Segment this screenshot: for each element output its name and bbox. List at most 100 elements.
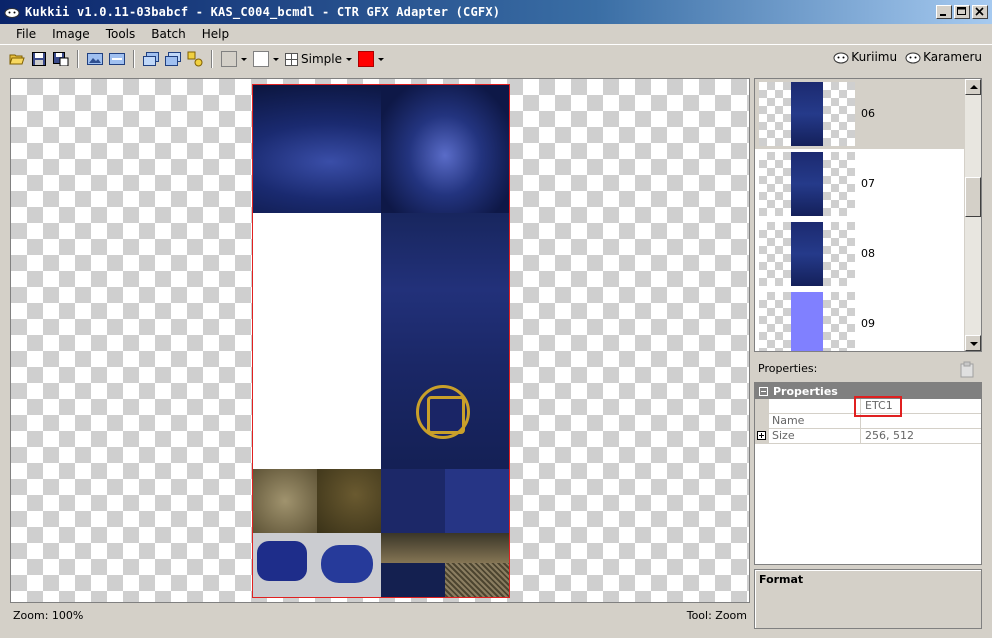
minimize-button[interactable] [936, 5, 952, 19]
menu-tools[interactable]: Tools [98, 25, 144, 43]
folder-open-icon [9, 54, 25, 65]
menu-bar: File Image Tools Batch Help [0, 24, 992, 45]
close-icon [975, 7, 984, 16]
thumbnail-scrollbar[interactable] [964, 79, 981, 351]
cat-face-icon [905, 52, 921, 63]
texture-image [252, 84, 510, 598]
properties-button[interactable] [184, 48, 206, 70]
chevron-down-icon [241, 57, 247, 61]
texture-region [381, 563, 445, 597]
kuriimu-link[interactable]: Kuriimu [833, 50, 897, 64]
thumbnail-label: 09 [861, 317, 875, 330]
property-row-size[interactable]: Size 256, 512 [755, 429, 981, 444]
texture-region [445, 563, 509, 597]
save-button[interactable] [28, 48, 50, 70]
save-icon [32, 52, 46, 66]
thumbnail-image [759, 152, 855, 216]
properties-label: Properties: [758, 362, 818, 375]
maximize-button[interactable] [954, 5, 970, 19]
toolbar-separator [211, 50, 213, 68]
batch-export-button[interactable] [140, 48, 162, 70]
image-canvas[interactable] [10, 78, 750, 603]
property-value[interactable]: 256, 512 [861, 429, 981, 443]
batch-import-button[interactable] [162, 48, 184, 70]
toolbar: Simple Kuriimu Karameru [0, 46, 992, 72]
scroll-up-button[interactable] [965, 79, 981, 95]
texture-region [317, 469, 381, 533]
batch-import-icon [165, 52, 181, 66]
scrollbar-thumb[interactable] [965, 177, 981, 217]
background-color-swatch [221, 51, 237, 67]
tool-status: Tool: Zoom [686, 608, 747, 622]
secondary-color-swatch [253, 51, 269, 67]
scroll-down-button[interactable] [965, 335, 981, 351]
format-panel: Format [754, 569, 982, 629]
property-name [769, 399, 861, 413]
format-title: Format [759, 573, 804, 586]
import-image-icon [109, 53, 125, 65]
toolbar-separator [133, 50, 135, 68]
minimize-icon [940, 14, 946, 16]
app-icon [4, 8, 20, 18]
kuriimu-label: Kuriimu [851, 50, 898, 64]
import-image-button[interactable] [106, 48, 128, 70]
thumbnail-label: 07 [861, 177, 875, 190]
thumbnail-item[interactable]: 08 [755, 219, 965, 289]
chevron-down-icon [377, 57, 384, 61]
emblem-image [416, 385, 470, 439]
thumbnail-image [759, 82, 855, 146]
thumbnail-image [759, 222, 855, 286]
chevron-down-icon [273, 57, 279, 61]
format-value[interactable]: ETC1 [861, 399, 981, 413]
thumbnail-item[interactable]: 06 [755, 79, 965, 149]
texture-region [445, 469, 509, 533]
title-bar: Kukkii v1.0.11-03babcf - KAS_C004_bcmdl … [0, 0, 992, 24]
save-as-icon [53, 52, 69, 66]
texture-region [253, 533, 381, 597]
grid-mode-dropdown[interactable]: Simple [282, 48, 355, 70]
background-color-dropdown[interactable] [218, 48, 250, 70]
window-title: Kukkii v1.0.11-03babcf - KAS_C004_bcmdl … [25, 5, 501, 19]
expand-icon[interactable] [757, 431, 766, 440]
menu-help[interactable]: Help [194, 25, 237, 43]
property-row-name[interactable]: Name [755, 414, 981, 429]
save-as-button[interactable] [50, 48, 72, 70]
thumbnail-item[interactable]: 07 [755, 149, 965, 219]
grid-mode-label: Simple [301, 52, 342, 66]
thumbnail-list[interactable]: 06 07 08 09 [754, 78, 982, 352]
karameru-label: Karameru [923, 50, 982, 64]
texture-region [253, 213, 381, 469]
texture-region [381, 469, 445, 533]
thumbnail-label: 06 [861, 107, 875, 120]
thumbnail-image [759, 292, 855, 351]
clipboard-icon[interactable] [958, 360, 976, 378]
property-category[interactable]: Properties [755, 383, 981, 399]
texture-region [381, 533, 509, 563]
collapse-icon[interactable] [759, 386, 768, 396]
property-value[interactable] [861, 414, 981, 428]
open-button[interactable] [6, 48, 28, 70]
close-button[interactable] [972, 5, 988, 19]
export-image-icon [87, 53, 103, 65]
zoom-status: Zoom: 100% [13, 608, 84, 622]
texture-region [253, 469, 317, 533]
property-name: Size [769, 429, 861, 443]
menu-file[interactable]: File [8, 25, 44, 43]
toolbar-separator [77, 50, 79, 68]
batch-export-icon [143, 52, 159, 66]
secondary-color-dropdown[interactable] [250, 48, 282, 70]
export-image-button[interactable] [84, 48, 106, 70]
karameru-link[interactable]: Karameru [905, 50, 982, 64]
property-grid[interactable]: Properties ETC1 Name Size 256, 512 [754, 382, 982, 565]
status-bar: Zoom: 100% Tool: Zoom [10, 605, 750, 625]
property-row-format[interactable]: ETC1 [755, 399, 981, 414]
thumbnail-item[interactable]: 09 [755, 289, 965, 351]
border-color-dropdown[interactable] [355, 48, 387, 70]
menu-batch[interactable]: Batch [143, 25, 194, 43]
grid-icon [285, 52, 298, 66]
cat-face-icon [833, 52, 849, 63]
property-category-label: Properties [773, 384, 838, 398]
texture-region [253, 85, 509, 213]
menu-image[interactable]: Image [44, 25, 98, 43]
border-color-swatch [357, 51, 374, 67]
